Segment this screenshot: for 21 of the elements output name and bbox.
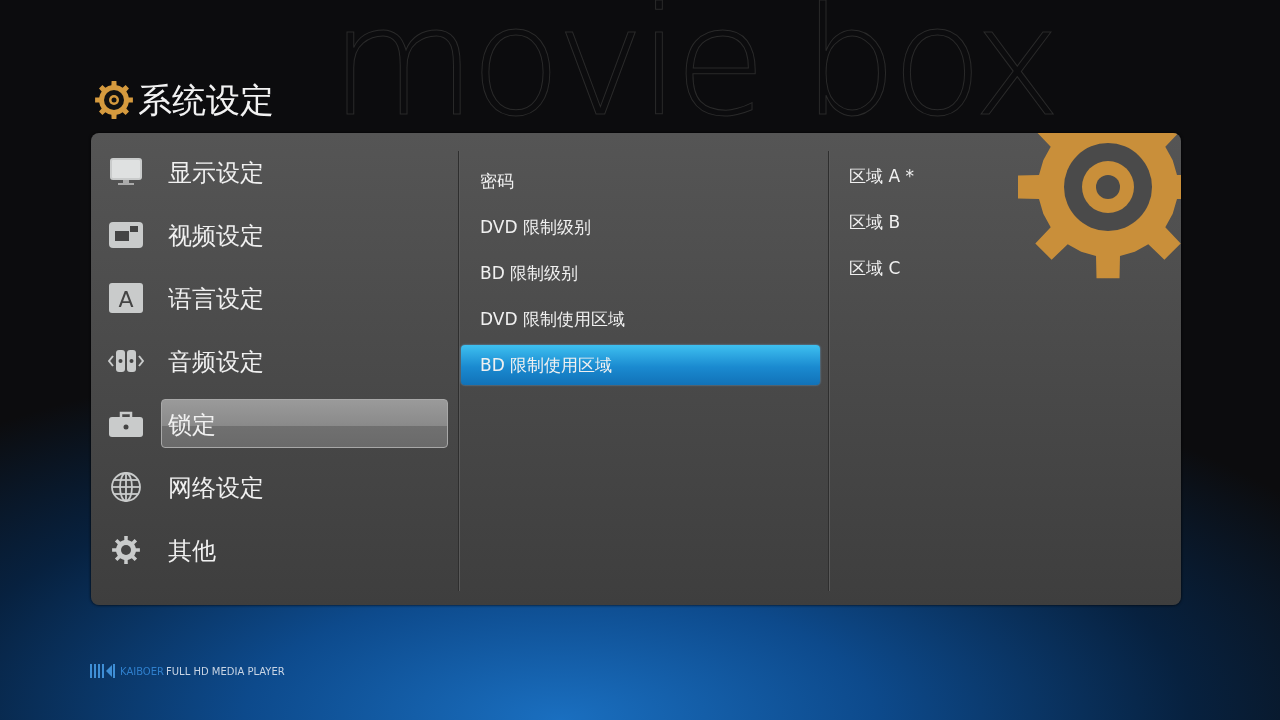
page-title: 系统设定: [138, 80, 274, 120]
menu-item[interactable]: 其他: [161, 525, 448, 574]
menu-item[interactable]: 密码: [461, 161, 820, 201]
option-item[interactable]: 区域 A *: [849, 156, 1180, 196]
globe-icon: [108, 469, 144, 504]
option-item[interactable]: 区域 C: [849, 248, 1180, 288]
menu-item[interactable]: DVD 限制使用区域: [461, 299, 820, 339]
menu-item[interactable]: 语言设定: [161, 273, 448, 322]
menu-item[interactable]: DVD 限制级别: [461, 207, 820, 247]
brand-tagline: FULL HD MEDIA PLAYER: [166, 665, 285, 677]
letter-icon: A: [108, 280, 144, 315]
menu-item[interactable]: 视频设定: [161, 210, 448, 259]
brand-name: KAIBOER: [120, 665, 164, 677]
menu-item[interactable]: 锁定: [161, 399, 448, 448]
gear-icon: [94, 80, 134, 120]
option-item[interactable]: 区域 B: [849, 202, 1180, 242]
menu-item[interactable]: BD 限制级别: [461, 253, 820, 293]
menu-item[interactable]: 音频设定: [161, 336, 448, 385]
menu-item[interactable]: 显示设定: [161, 147, 448, 196]
menu-item[interactable]: 网络设定: [161, 462, 448, 511]
bars-logo-icon: [90, 663, 116, 679]
